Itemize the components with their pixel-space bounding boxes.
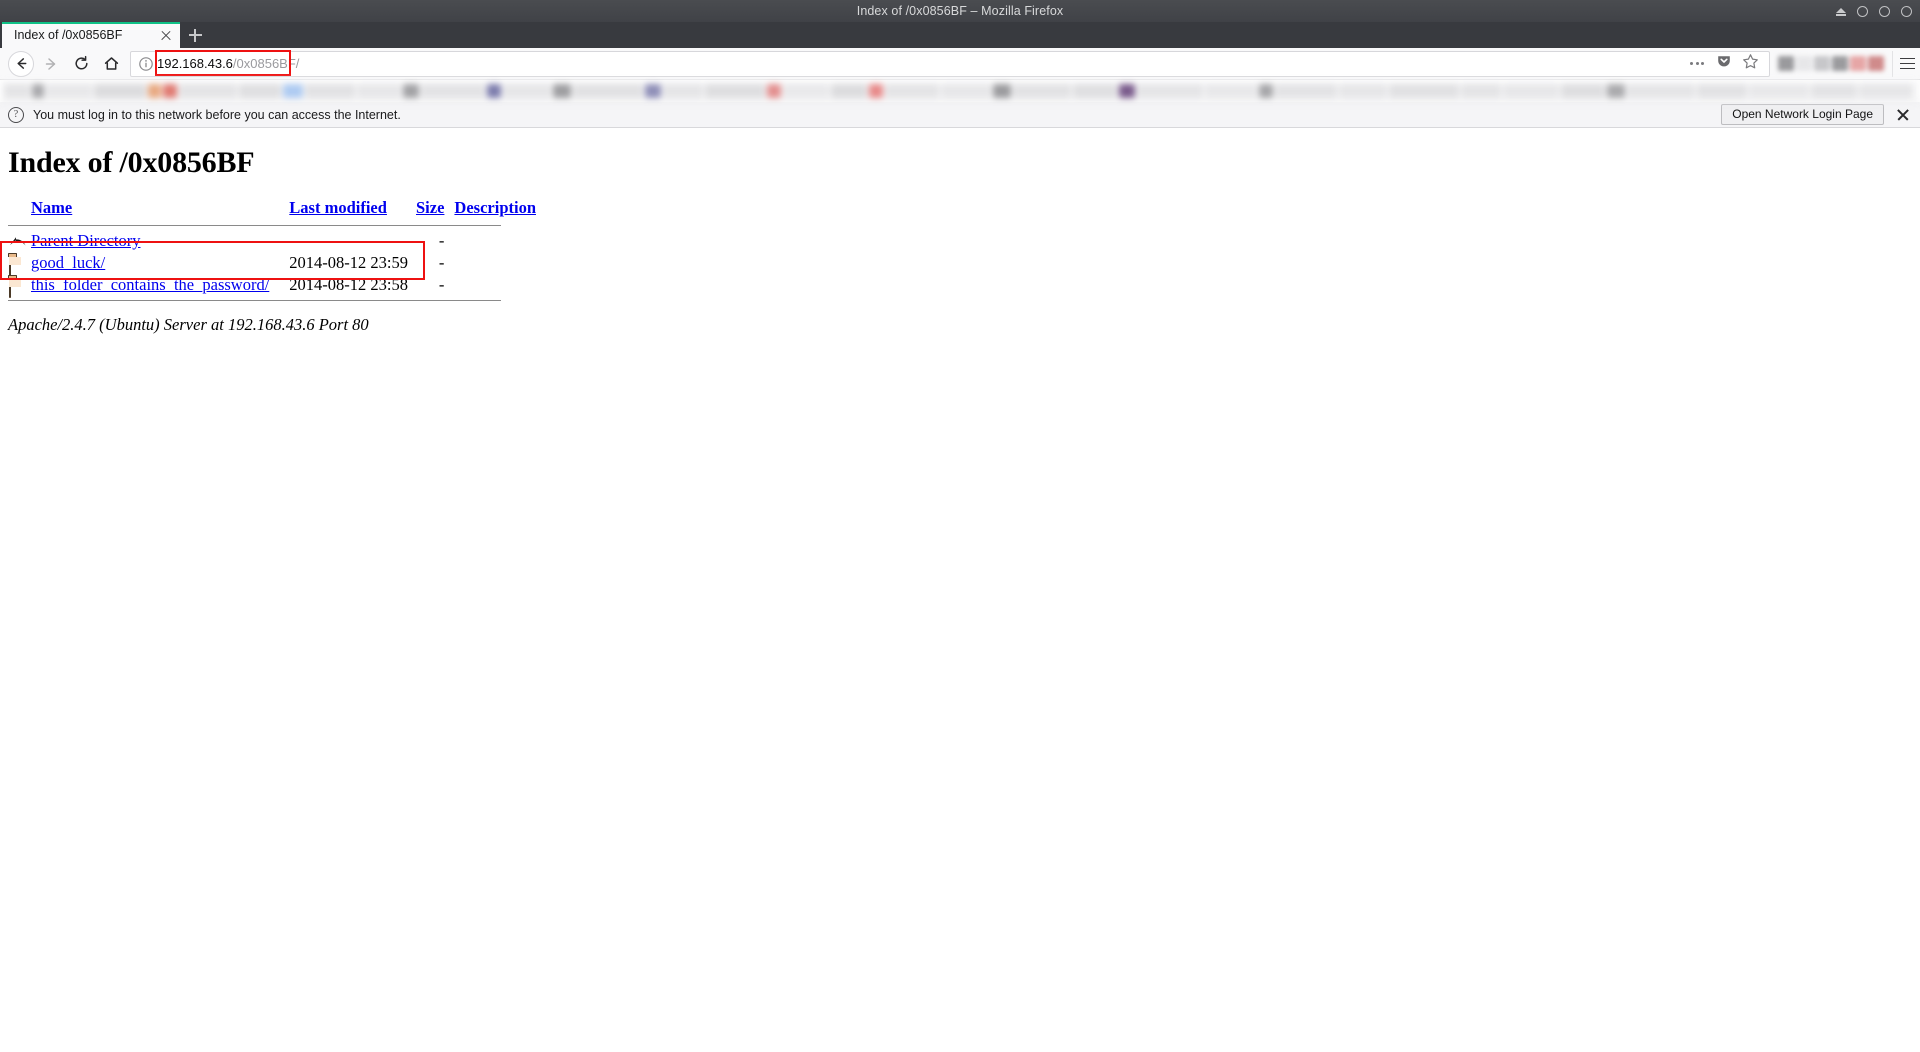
url-bar-actions: [1688, 53, 1763, 75]
header-divider-row: [8, 221, 536, 230]
forward-arrow-icon: [43, 56, 59, 72]
eject-icon[interactable]: [1835, 6, 1846, 17]
table-row[interactable]: good_luck/ 2014-08-12 23:59 -: [8, 252, 536, 277]
back-arrow-icon: [8, 50, 34, 77]
table-row[interactable]: this_folder_contains_the_password/ 2014-…: [8, 274, 536, 299]
directory-link-good-luck[interactable]: good_luck/: [31, 253, 105, 272]
home-button[interactable]: [96, 50, 126, 78]
navigation-toolbar: 192.168.43.6/0x0856BF/: [0, 48, 1920, 80]
server-signature: Apache/2.4.7 (Ubuntu) Server at 192.168.…: [8, 315, 369, 334]
page-title: Index of /0x0856BF: [8, 146, 255, 179]
home-icon: [103, 55, 120, 72]
reload-button[interactable]: [66, 50, 96, 78]
back-arrow-icon: [8, 234, 28, 250]
url-bar[interactable]: 192.168.43.6/0x0856BF/: [130, 49, 1770, 77]
row-last-modified: 2014-08-12 23:58: [289, 275, 408, 294]
forward-button[interactable]: [36, 50, 66, 78]
parent-directory-link[interactable]: Parent Directory: [31, 231, 141, 250]
close-button-icon[interactable]: [1901, 5, 1912, 17]
row-last-modified: [289, 230, 416, 252]
reload-icon: [73, 55, 90, 72]
notification-close-icon[interactable]: [1894, 106, 1912, 124]
footer-divider: [8, 300, 501, 301]
menu-button-icon[interactable]: [1892, 50, 1915, 77]
table-row[interactable]: Parent Directory -: [8, 230, 536, 252]
url-text: 192.168.43.6/0x0856BF/: [157, 52, 299, 76]
row-description: [454, 274, 536, 296]
bookmark-star-icon[interactable]: [1742, 53, 1759, 75]
sort-by-size-link[interactable]: Size: [416, 198, 444, 217]
window-titlebar: Index of /0x0856BF – Mozilla Firefox: [0, 0, 1920, 22]
sort-by-description-link[interactable]: Description: [454, 198, 536, 217]
new-tab-button-icon[interactable]: [180, 22, 210, 48]
url-host: 192.168.43.6: [157, 55, 233, 71]
column-icon: [8, 198, 31, 221]
column-description: Description: [454, 198, 536, 221]
row-size: -: [438, 253, 445, 272]
row-description: [454, 230, 536, 252]
row-size: -: [438, 231, 445, 250]
extension-icons[interactable]: [1778, 56, 1884, 71]
sort-by-name-link[interactable]: Name: [31, 198, 72, 217]
header-divider: [8, 225, 501, 226]
apache-directory-index-page: Index of /0x0856BF Name Last modified Si…: [0, 128, 1920, 1002]
info-circle-icon[interactable]: [137, 55, 155, 73]
question-mark-icon: ?: [8, 106, 24, 123]
column-name: Name: [31, 198, 289, 221]
url-path: /0x0856BF/: [232, 55, 300, 71]
minimize-button-icon[interactable]: [1857, 5, 1868, 17]
open-network-login-page-button[interactable]: Open Network Login Page: [1721, 104, 1884, 125]
window-controls: [1835, 0, 1912, 22]
folder-icon: [8, 277, 28, 299]
directory-listing-table: Name Last modified Size Description Pare…: [8, 198, 536, 305]
back-button[interactable]: [6, 50, 36, 78]
row-size: -: [438, 275, 445, 294]
row-description: [454, 252, 536, 274]
tab-index-of-0x0856bf[interactable]: Index of /0x0856BF: [2, 22, 180, 48]
pocket-icon[interactable]: [1716, 53, 1732, 74]
bookmarks-bar[interactable]: [0, 80, 1920, 102]
tab-label: Index of /0x0856BF: [14, 28, 123, 42]
notification-message: You must log in to this network before y…: [33, 107, 401, 122]
maximize-button-icon[interactable]: [1879, 5, 1890, 17]
folder-icon: [8, 255, 28, 277]
url-bar-container: 192.168.43.6/0x0856BF/: [130, 49, 1770, 77]
tab-close-icon[interactable]: [158, 27, 174, 43]
table-header-row: Name Last modified Size Description: [8, 198, 536, 221]
page-actions-icon[interactable]: [1688, 62, 1706, 65]
row-last-modified: 2014-08-12 23:59: [289, 253, 408, 272]
window-title: Index of /0x0856BF – Mozilla Firefox: [856, 4, 1064, 18]
tab-strip: Index of /0x0856BF: [0, 22, 1920, 48]
column-size: Size: [416, 198, 454, 221]
footer-divider-row: [8, 296, 536, 305]
network-login-notification-bar: ? You must log in to this network before…: [0, 102, 1920, 128]
column-last-modified: Last modified: [289, 198, 416, 221]
sort-by-last-modified-link[interactable]: Last modified: [289, 198, 387, 217]
directory-link-this-folder-contains-the-password[interactable]: this_folder_contains_the_password/: [31, 275, 269, 294]
